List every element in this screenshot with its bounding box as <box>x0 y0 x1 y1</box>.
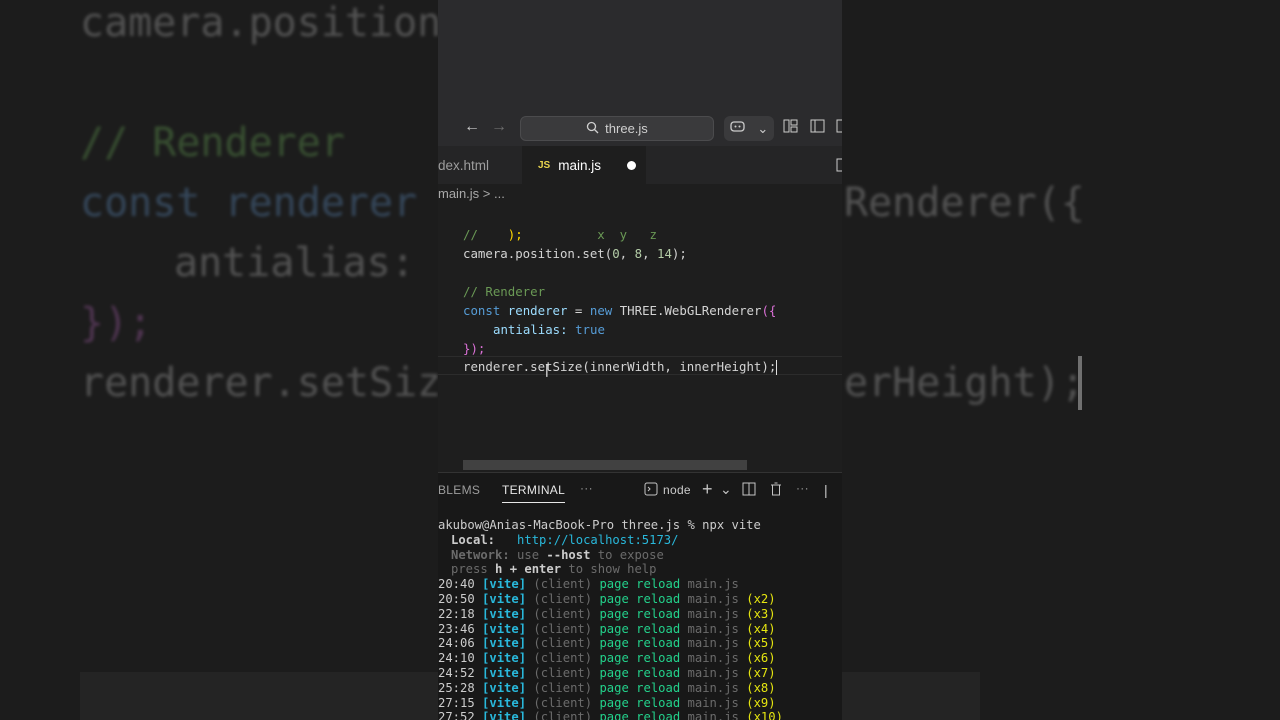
command-center-search[interactable]: three.js <box>520 116 714 141</box>
terminal-reload-line: 25:28 [vite] (client) page reload main.j… <box>438 680 776 695</box>
terminal-reload-line: 20:50 [vite] (client) page reload main.j… <box>438 591 776 606</box>
terminal-reload-line: 22:18 [vite] (client) page reload main.j… <box>438 606 776 621</box>
panel-tabs: BLEMS TERMINAL ··· node + ⌄ ··· | <box>438 473 842 509</box>
bg-code-line: const renderer <box>80 180 418 226</box>
back-arrow-icon[interactable]: ← <box>464 118 480 136</box>
code-editor[interactable]: ); // x y z camera.position.set(0, 8, 14… <box>438 206 842 472</box>
text-caret <box>776 360 778 375</box>
copilot-button[interactable]: ⌄ <box>724 116 774 141</box>
chevron-down-icon: ⌄ <box>757 120 769 136</box>
horizontal-scrollbar[interactable] <box>463 460 747 470</box>
more-actions-icon[interactable]: ··· <box>796 481 809 495</box>
breadcrumb[interactable]: main.js > ... <box>438 186 505 206</box>
more-actions-icon[interactable]: ··· <box>580 481 593 495</box>
tab-main-js[interactable]: JS main.js <box>522 146 646 184</box>
terminal-reload-line: 24:06 [vite] (client) page reload main.j… <box>438 636 776 651</box>
js-file-icon: JS <box>538 159 551 171</box>
layout-icon[interactable] <box>783 119 798 137</box>
code-line: ); <box>507 227 523 242</box>
terminal-line: press h + enter to show help <box>451 562 657 577</box>
tab-terminal[interactable]: TERMINAL <box>502 483 566 503</box>
terminal-reload-line: 27:52 [vite] (client) page reload main.j… <box>438 710 783 720</box>
terminal-reload-line: 23:46 [vite] (client) page reload main.j… <box>438 621 776 636</box>
terminal-reload-line: 27:15 [vite] (client) page reload main.j… <box>438 695 776 710</box>
terminal-reload-line: 20:40 [vite] (client) page reload main.j… <box>438 577 739 592</box>
tab-index-html[interactable]: dex.html <box>438 146 520 184</box>
title-bar: ← → three.js ⌄ <box>438 112 842 146</box>
tab-problems[interactable]: BLEMS <box>438 483 480 497</box>
window-chrome <box>438 0 842 112</box>
terminal-line: Local: http://localhost:5173/ <box>451 532 679 547</box>
code-line: const renderer = new THREE.WebGLRenderer… <box>463 303 777 318</box>
bg-code-line: }); <box>80 300 153 346</box>
toggle-sidebar-icon[interactable] <box>810 119 825 137</box>
copilot-icon <box>730 120 746 137</box>
forward-arrow-icon[interactable]: → <box>491 118 507 136</box>
toggle-panel-icon[interactable] <box>836 119 842 137</box>
chevron-down-icon[interactable]: ⌄ <box>720 481 732 498</box>
trash-icon[interactable] <box>769 482 783 499</box>
code-line: camera.position.set(0, 8, 14); <box>463 246 687 261</box>
vscode-window: ← → three.js ⌄ dex.html JS main.js main.… <box>438 0 842 720</box>
bg-code-line: camera.position <box>80 0 442 46</box>
code-line: // x y z <box>463 227 657 242</box>
split-editor-icon[interactable] <box>836 158 842 177</box>
divider: | <box>824 482 828 498</box>
terminal-output[interactable]: akubow@Anias-MacBook-Pro three.js % npx … <box>438 517 842 720</box>
terminal-icon <box>644 482 658 499</box>
terminal-reload-line: 24:10 [vite] (client) page reload main.j… <box>438 651 776 666</box>
bottom-panel: BLEMS TERMINAL ··· node + ⌄ ··· | akubow… <box>438 472 842 720</box>
search-icon <box>586 121 599 137</box>
code-line: // Renderer <box>463 284 546 299</box>
bg-code-line: // Renderer <box>80 120 345 166</box>
editor-tabs: dex.html JS main.js <box>438 146 842 184</box>
terminal-line: Network: use --host to expose <box>451 547 664 562</box>
bg-code-line: Renderer({ <box>844 180 1085 226</box>
shell-name[interactable]: node <box>663 483 691 497</box>
terminal-prompt: akubow@Anias-MacBook-Pro three.js % npx … <box>438 518 761 532</box>
bg-code-line: renderer.setSiz <box>80 360 442 406</box>
terminal-reload-line: 24:52 [vite] (client) page reload main.j… <box>438 665 776 680</box>
tab-label: main.js <box>558 157 601 173</box>
bg-code-line: erHeight); <box>844 360 1085 406</box>
workspace-name: three.js <box>605 121 648 136</box>
unsaved-dot-icon[interactable] <box>627 161 636 170</box>
bg-caret <box>1078 356 1082 410</box>
code-line: renderer.setSize(innerWidth, innerHeight… <box>463 359 778 375</box>
tab-label: dex.html <box>438 157 490 173</box>
ibeam-cursor-icon: ⌈ <box>545 362 551 378</box>
bg-code-line: antialias: <box>174 240 415 286</box>
split-terminal-icon[interactable] <box>742 482 756 499</box>
code-line: }); <box>463 341 486 356</box>
new-terminal-icon[interactable]: + <box>702 479 713 500</box>
code-line: antialias: true <box>493 322 605 337</box>
